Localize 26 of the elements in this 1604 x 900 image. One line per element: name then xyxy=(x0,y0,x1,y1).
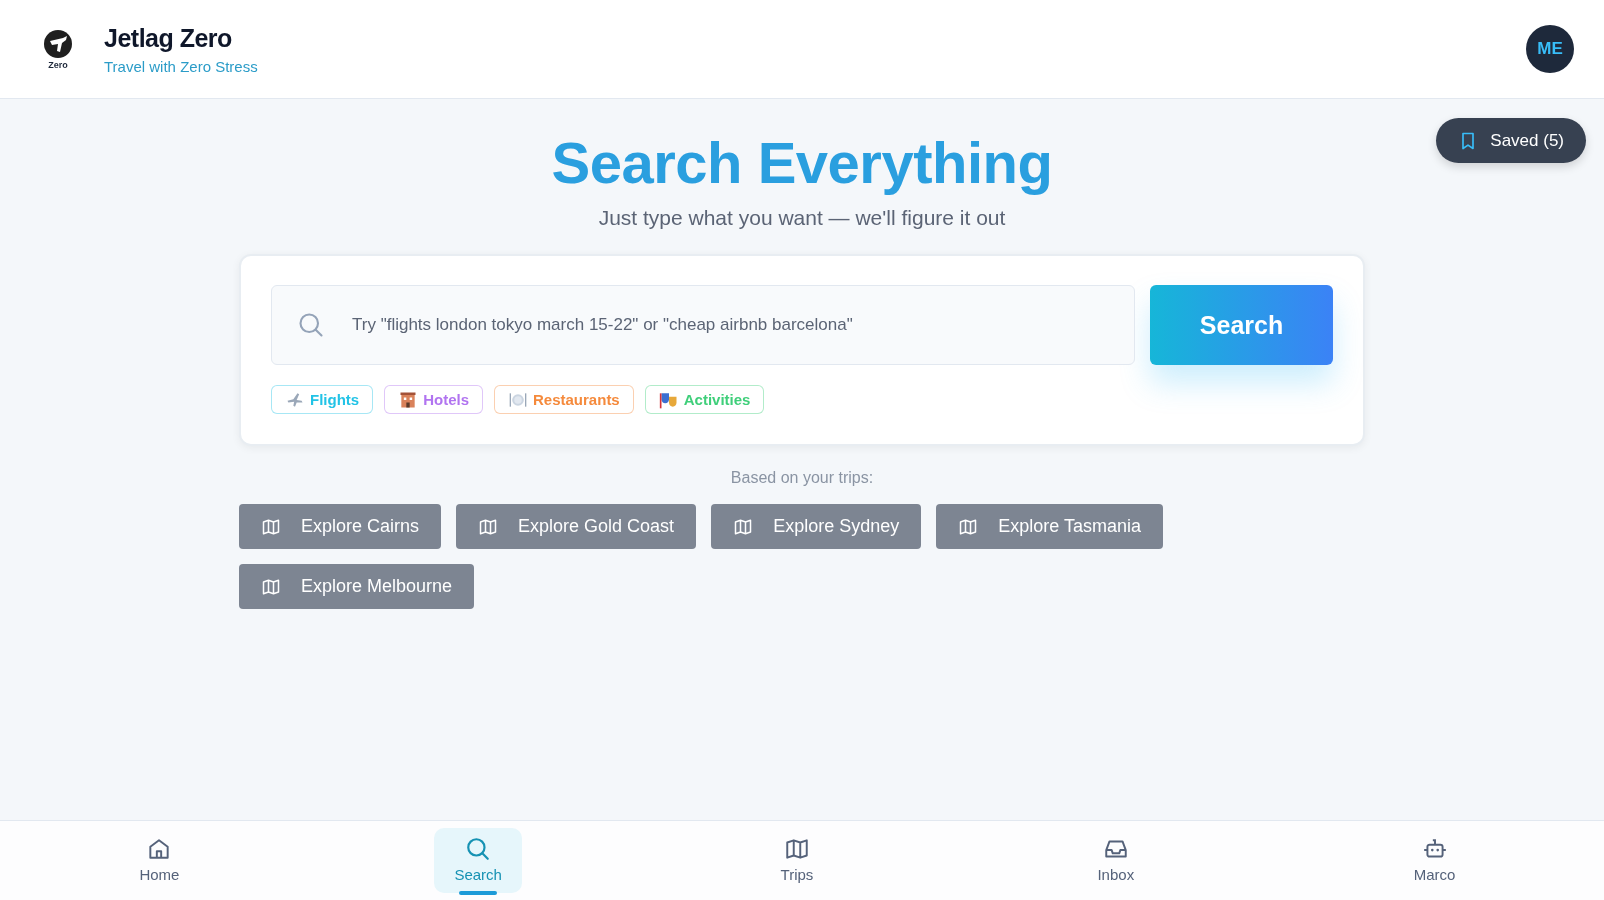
suggestions-label: Based on your trips: xyxy=(730,469,874,487)
search-field[interactable]: Try "flights london tokyo march 15-22" or "cheap airbnb barcelona" xyxy=(271,285,1135,365)
logo: Zero xyxy=(42,28,74,70)
app-subtitle: Travel with Zero Stress xyxy=(104,57,258,75)
search-button[interactable]: Search xyxy=(1150,285,1333,365)
nav-tab[interactable]: Trips xyxy=(760,828,834,893)
category-chip[interactable]: Hotels xyxy=(384,385,483,414)
hero-title: Search Everything xyxy=(551,129,1053,196)
suggestion-button[interactable]: Explore Gold Coast xyxy=(456,504,697,549)
suggestion-button[interactable]: Explore Sydney xyxy=(711,504,922,549)
suggestion-button[interactable]: Explore Cairns xyxy=(239,504,442,549)
hero-subtitle: Just type what you want — we'll figure it out xyxy=(598,206,1006,230)
nav-tab[interactable]: Inbox xyxy=(1077,828,1155,893)
nav-tab[interactable]: Search xyxy=(434,828,522,893)
suggestion-button[interactable]: Explore Melbourne xyxy=(239,564,475,609)
map-icon xyxy=(784,836,810,862)
search-icon xyxy=(465,836,492,862)
saved-button[interactable]: Saved (5) xyxy=(1436,118,1586,163)
suggestion-button[interactable]: Explore Tasmania xyxy=(936,504,1163,549)
app-title: Jetlag Zero xyxy=(104,23,233,53)
nav-tab[interactable]: Marco xyxy=(1393,828,1476,893)
avatar[interactable]: ME xyxy=(1526,25,1574,73)
category-chip[interactable]: Flights xyxy=(271,385,374,414)
category-chip[interactable]: Activities xyxy=(644,385,765,414)
category-chip[interactable]: Restaurants xyxy=(494,385,634,414)
nav-tab[interactable]: Home xyxy=(119,828,200,893)
